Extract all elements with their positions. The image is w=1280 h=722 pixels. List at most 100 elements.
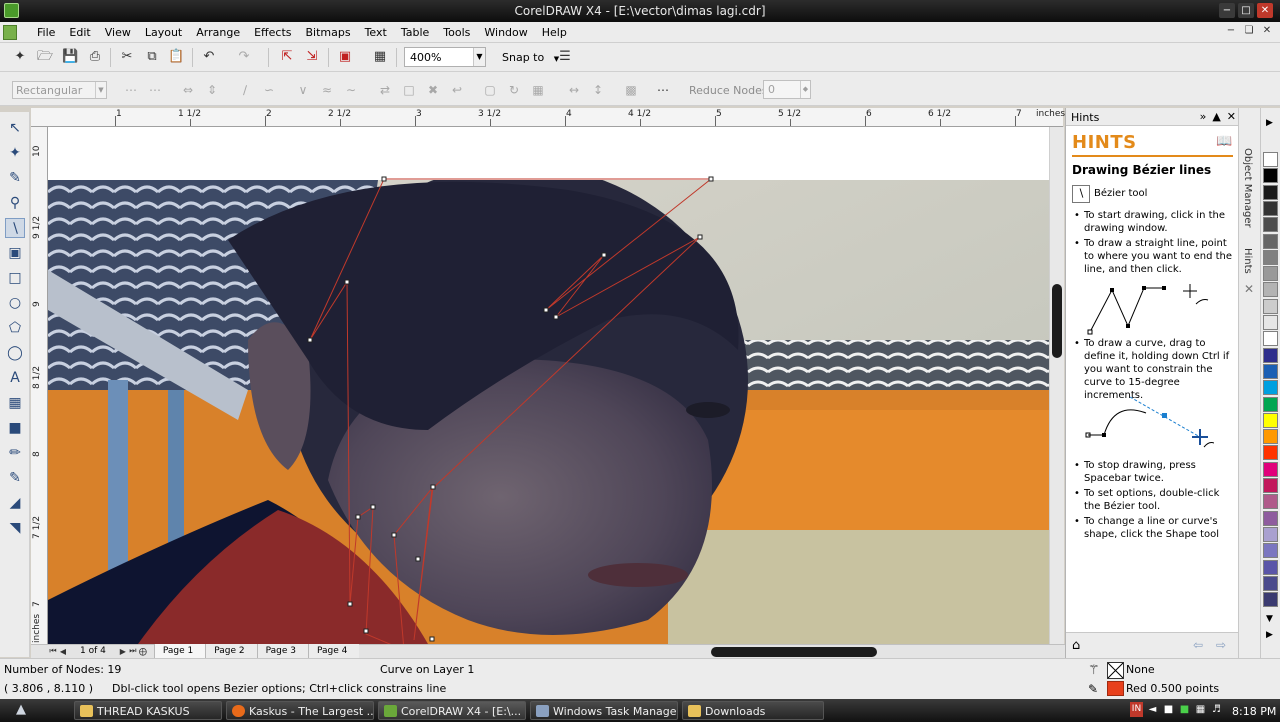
interactive-fill-tool-icon[interactable]: ◥: [5, 518, 25, 538]
text-tool-icon[interactable]: A: [5, 368, 25, 388]
minimize-button[interactable]: −: [1219, 3, 1235, 18]
auto-close-icon[interactable]: ↩: [449, 83, 465, 97]
outline-tool-icon[interactable]: ✎: [5, 468, 25, 488]
reverse-direction-icon[interactable]: ⇄: [377, 83, 393, 97]
palette-swatch[interactable]: [1263, 592, 1278, 608]
extend-curve-icon[interactable]: □: [401, 83, 417, 97]
palette-swatch[interactable]: [1263, 461, 1278, 477]
palette-swatch[interactable]: [1263, 396, 1278, 412]
palette-swatch[interactable]: [1263, 429, 1278, 445]
reflect-vertical-icon[interactable]: ↕: [590, 83, 606, 97]
home-icon[interactable]: ⌂: [1072, 638, 1080, 653]
table-tool-icon[interactable]: ▦: [5, 393, 25, 413]
palette-swatch[interactable]: [1263, 412, 1278, 428]
palette-swatch[interactable]: [1263, 510, 1278, 526]
rectangle-tool-icon[interactable]: □: [5, 268, 25, 288]
tray-app-icon[interactable]: ■: [1162, 702, 1175, 717]
selection-mode-dropdown[interactable]: Rectangular ▼: [12, 81, 107, 99]
palette-swatch[interactable]: [1263, 575, 1278, 591]
palette-swatch[interactable]: [1263, 494, 1278, 510]
polygon-tool-icon[interactable]: ⬠: [5, 318, 25, 338]
undo-icon[interactable]: ↶: [201, 49, 217, 65]
shape-tool-icon[interactable]: ✦: [5, 143, 25, 163]
elastic-mode-icon[interactable]: ▩: [623, 83, 639, 97]
menu-effects[interactable]: Effects: [247, 26, 298, 39]
horizontal-scroll-thumb[interactable]: [711, 647, 877, 657]
drawing-canvas[interactable]: [48, 127, 1049, 644]
palette-swatch[interactable]: [1263, 266, 1278, 282]
close-button[interactable]: ✕: [1257, 3, 1273, 18]
add-page-icon[interactable]: ⨁: [138, 647, 148, 656]
menu-text[interactable]: Text: [358, 26, 394, 39]
palette-swatch[interactable]: [1263, 478, 1278, 493]
menu-layout[interactable]: Layout: [138, 26, 189, 39]
zoom-level-field[interactable]: 400% ▼: [404, 47, 486, 67]
tab-page-1[interactable]: Page 1: [153, 644, 206, 658]
maximize-button[interactable]: □: [1238, 3, 1254, 18]
menu-view[interactable]: View: [98, 26, 138, 39]
palette-swatch[interactable]: [1263, 363, 1278, 379]
export-icon[interactable]: ⇲: [304, 49, 320, 65]
reduce-nodes-input[interactable]: 0 ◆: [763, 80, 811, 99]
hints-book-icon[interactable]: 📖: [1216, 134, 1233, 149]
symmetrical-node-icon[interactable]: ∼: [343, 83, 359, 97]
menu-edit[interactable]: Edit: [62, 26, 97, 39]
new-document-icon[interactable]: ✦: [12, 49, 28, 65]
horizontal-ruler[interactable]: 1 1 1/2 2 2 1/2 3 3 1/2 4 4 1/2 5 5 1/2 …: [31, 108, 1063, 127]
ellipse-tool-icon[interactable]: ○: [5, 293, 25, 313]
break-curve-icon[interactable]: ⇕: [204, 83, 220, 97]
palette-scroll-up-icon[interactable]: ▶: [1266, 118, 1273, 128]
stretch-nodes-icon[interactable]: ▢: [482, 83, 498, 97]
crop-tool-icon[interactable]: ✎: [5, 168, 25, 188]
bezier-curve-overlay[interactable]: [48, 127, 1049, 644]
fill-none-swatch[interactable]: [1107, 662, 1124, 679]
outline-color-swatch[interactable]: [1107, 681, 1124, 696]
doc-close-icon[interactable]: ✕: [1260, 25, 1274, 38]
eyedropper-tool-icon[interactable]: ✏: [5, 443, 25, 463]
vertical-scrollbar[interactable]: [1049, 127, 1064, 644]
palette-swatch[interactable]: [1263, 347, 1278, 363]
tray-green-icon[interactable]: ■: [1178, 702, 1191, 717]
tab-page-4[interactable]: Page 4: [307, 644, 360, 658]
print-icon[interactable]: ⎙: [87, 49, 103, 65]
palette-swatch[interactable]: [1263, 543, 1278, 559]
palette-swatch[interactable]: [1263, 217, 1278, 233]
redo-icon[interactable]: ↷: [236, 49, 252, 65]
menu-bitmaps[interactable]: Bitmaps: [298, 26, 357, 39]
menu-window[interactable]: Window: [477, 26, 534, 39]
close-tab-icon[interactable]: ✕: [1244, 282, 1254, 296]
palette-swatch[interactable]: [1263, 559, 1278, 575]
expand-icon[interactable]: »: [1200, 110, 1207, 123]
palette-swatch[interactable]: [1263, 331, 1278, 347]
select-all-nodes-icon[interactable]: ⋯: [655, 83, 671, 97]
palette-swatch[interactable]: [1263, 380, 1278, 396]
palette-swatch[interactable]: [1263, 152, 1278, 167]
smooth-node-icon[interactable]: ≈: [319, 83, 335, 97]
welcome-screen-icon[interactable]: ▦: [372, 49, 388, 65]
tray-network-icon[interactable]: ▦: [1194, 702, 1207, 717]
palette-swatch[interactable]: [1263, 315, 1278, 330]
copy-icon[interactable]: ⧉: [144, 49, 160, 65]
chevron-down-icon[interactable]: ▼: [473, 48, 485, 66]
palette-swatch[interactable]: [1263, 233, 1278, 249]
back-icon[interactable]: ⇦: [1193, 638, 1203, 652]
first-page-icon[interactable]: ⏮: [48, 646, 58, 656]
vertical-ruler[interactable]: 10 9 1/2 9 8 1/2 8 7 1/2 7 inches: [31, 127, 48, 644]
convert-to-line-icon[interactable]: ∕: [237, 83, 253, 97]
forward-icon[interactable]: ⇨: [1216, 638, 1226, 652]
basic-shapes-tool-icon[interactable]: ◯: [5, 343, 25, 363]
reflect-horizontal-icon[interactable]: ↔: [566, 83, 582, 97]
spinner-icon[interactable]: ◆: [800, 81, 810, 98]
palette-swatch[interactable]: [1263, 184, 1278, 200]
extract-subpath-icon[interactable]: ✖: [425, 83, 441, 97]
menu-tools[interactable]: Tools: [436, 26, 477, 39]
doc-restore-icon[interactable]: ❏: [1242, 25, 1256, 38]
application-launcher-icon[interactable]: ▣: [337, 49, 353, 65]
smart-fill-tool-icon[interactable]: ▣: [5, 243, 25, 263]
palette-scroll-down-icon[interactable]: ▼: [1266, 614, 1273, 624]
next-page-icon[interactable]: ▶: [118, 647, 128, 656]
vertical-scroll-thumb[interactable]: [1052, 284, 1062, 358]
fill-tool-icon[interactable]: ◢: [5, 493, 25, 513]
delete-node-icon[interactable]: ⋯: [147, 83, 163, 97]
palette-swatch[interactable]: [1263, 526, 1278, 542]
